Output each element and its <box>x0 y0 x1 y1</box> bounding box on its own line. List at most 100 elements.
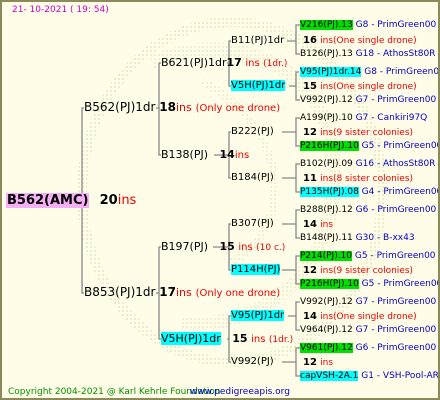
g3-node-1: B11(PJ)1dr <box>231 35 284 46</box>
sire-ins-label: ins <box>176 101 192 114</box>
g3-note: (9 sister colonies) <box>333 128 414 138</box>
dam-sire-ins-count: 15 <box>219 240 235 253</box>
g3-node-2: V5H(PJ)1dr <box>231 80 286 91</box>
dam-dam-ins-count: 15 <box>232 332 248 345</box>
g3-ins-count: 14 <box>303 311 317 322</box>
g3-ins-count: 12 <box>303 357 317 368</box>
sire-name[interactable]: B562(PJ)1dr <box>84 100 155 114</box>
g4-source: G8 - PrimGreen00 <box>355 20 437 30</box>
g3-name[interactable]: V95(PJ)1dr <box>231 310 285 321</box>
g4-node-9: B288(PJ).12 G6 - PrimGreen00 <box>300 205 436 215</box>
g3-extra-ins-count: 15 <box>303 81 317 92</box>
sire-sire-note: (1dr.) <box>263 59 288 69</box>
sire-dam-name[interactable]: B138(PJ) <box>161 148 208 161</box>
g3-ins-label: ins <box>320 220 334 230</box>
g4-name[interactable]: B126(PJ).13 <box>300 49 353 59</box>
g4-name[interactable]: V992(PJ).12 <box>300 297 353 307</box>
g4-node-8: P135H(PJ).08 G4 - PrimGreen00 <box>300 187 438 197</box>
g4-name[interactable]: V216(PJ).13 <box>300 20 353 30</box>
sire-sire-name[interactable]: B621(PJ)1dr <box>161 56 227 69</box>
g3-ins-count: 12 <box>303 265 317 276</box>
g3-node-4: B184(PJ) <box>231 172 274 183</box>
dam-name[interactable]: B853(PJ)1dr <box>84 285 155 299</box>
g4-node-6: P216H(PJ).10 G5 - PrimGreen00 <box>300 141 440 151</box>
g4-node-5: A199(PJ).10 G7 - Cankiri97Q <box>300 113 427 123</box>
g4-source: G18 - AthosSt80R <box>355 49 436 59</box>
g3-node-6: P114H(PJ) <box>231 264 281 275</box>
g4-source: G16 - AthosSt80R <box>355 159 436 169</box>
g3-node-3: B222(PJ) <box>231 126 274 137</box>
site-link[interactable]: www.pedigreeapis.org <box>190 387 290 397</box>
root-name[interactable]: B562(AMC) <box>6 193 90 208</box>
g4-name[interactable]: P135H(PJ).08 <box>300 187 359 197</box>
g4-name[interactable]: P214(PJ).10 <box>300 251 353 261</box>
g4-node-4: V992(PJ).12 G7 - PrimGreen00 <box>300 95 436 105</box>
dam-node: B853(PJ)1dr 17ins (Only one drone) <box>84 285 280 299</box>
g3-ins-count: 11 <box>303 173 317 184</box>
dam-dam-note: (1dr.) <box>268 335 294 345</box>
dam-sire-ins-label: ins <box>238 242 253 253</box>
g4-name[interactable]: B288(PJ).12 <box>300 205 353 215</box>
g3-name[interactable]: V992(PJ) <box>231 356 274 367</box>
g4-node-10: B148(PJ).11 G30 - B-xx43 <box>300 233 415 243</box>
g4-name[interactable]: P216H(PJ).10 <box>300 141 359 151</box>
g4-node-11: P214(PJ).10 G5 - PrimGreen00 <box>300 251 436 261</box>
sire-dam-node: B138(PJ) 14ins <box>161 148 249 161</box>
g4-source: G6 - PrimGreen00 <box>355 205 437 215</box>
g4-name[interactable]: capVSH-2A.1 <box>300 371 359 381</box>
g3-extra-1: 16 ins(One single drone) <box>303 35 417 46</box>
g3-node-5: B307(PJ) <box>231 218 274 229</box>
g3-node-7: V95(PJ)1dr <box>231 310 285 321</box>
g4-node-16: capVSH-2A.1 G1 - VSH-Pool-AR <box>300 371 438 381</box>
g3-name[interactable]: B184(PJ) <box>231 172 274 183</box>
g4-name[interactable]: B102(PJ).09 <box>300 159 353 169</box>
g3-name[interactable]: B307(PJ) <box>231 218 274 229</box>
g4-node-13: V992(PJ).12 G7 - PrimGreen00 <box>300 297 436 307</box>
g3-detail-5: 14 ins <box>303 219 333 230</box>
g3-name[interactable]: B222(PJ) <box>231 126 274 137</box>
g3-extra-ins-label: ins <box>320 82 334 92</box>
g3-detail-4: 11 ins(8 sister colonies) <box>303 173 413 184</box>
g4-source: G7 - Cankiri97Q <box>355 113 428 123</box>
g3-extra-note: (One single drone) <box>333 82 417 92</box>
dam-ins-count: 17 <box>159 285 176 299</box>
sire-sire-ins-count: 17 <box>226 56 242 69</box>
g4-name[interactable]: A199(PJ).10 <box>300 113 353 123</box>
dam-sire-node: B197(PJ) 15 ins (10 c.) <box>161 240 285 253</box>
g3-note: (One single drone) <box>333 312 417 322</box>
g4-name[interactable]: V992(PJ).12 <box>300 95 353 105</box>
root-ins-label: ins <box>117 193 137 208</box>
pedigree-frame: 21- 10-2021 ( 19: 54) B562(AMC) 20ins B5… <box>0 0 440 400</box>
copyright-text: Copyright 2004-2021 @ Karl Kehrle Founda… <box>8 387 221 397</box>
g3-ins-label: ins <box>320 358 334 368</box>
dam-note: (Only one drone) <box>195 288 281 299</box>
g3-detail-3: 12 ins(9 sister colonies) <box>303 127 413 138</box>
g3-detail-8: 12 ins <box>303 357 333 368</box>
g3-name[interactable]: P114H(PJ) <box>231 264 281 275</box>
dam-ins-label: ins <box>176 286 192 299</box>
g3-note: (9 sister colonies) <box>333 266 414 276</box>
g4-name[interactable]: B148(PJ).11 <box>300 233 353 243</box>
g3-extra-ins-count: 16 <box>303 35 317 46</box>
g3-detail-6: 12 ins(9 sister colonies) <box>303 265 413 276</box>
dam-dam-node: V5H(PJ)1dr 15 ins (1dr.) <box>161 332 293 345</box>
g4-name[interactable]: P216H(PJ).10 <box>300 279 359 289</box>
g4-node-12: P216H(PJ).10 G5 - PrimGreen00 <box>300 279 440 289</box>
g4-name[interactable]: V95(PJ)1dr.14 <box>300 67 362 77</box>
g4-source: G7 - PrimGreen00 <box>355 297 437 307</box>
g4-source: G8 - PrimGreen00 <box>364 67 440 77</box>
dam-dam-name[interactable]: V5H(PJ)1dr <box>161 332 221 345</box>
g3-extra-2: 15 ins(One single drone) <box>303 81 417 92</box>
g3-name[interactable]: B11(PJ)1dr <box>231 35 284 46</box>
dam-sire-name[interactable]: B197(PJ) <box>161 240 208 253</box>
g3-extra-note: (One single drone) <box>333 36 417 46</box>
g3-ins-label: ins <box>320 266 334 276</box>
g4-source: G5 - PrimGreen00 <box>361 141 440 151</box>
g4-node-3: V95(PJ)1dr.14 G8 - PrimGreen00 <box>300 67 440 77</box>
g4-source: G5 - PrimGreen00 <box>361 279 440 289</box>
g4-name[interactable]: V961(PJ).12 <box>300 343 353 353</box>
sire-note: (Only one drone) <box>195 103 281 114</box>
g4-node-7: B102(PJ).09 G16 - AthosSt80R <box>300 159 435 169</box>
g3-name[interactable]: V5H(PJ)1dr <box>231 80 286 91</box>
g4-name[interactable]: V964(PJ).12 <box>300 325 353 335</box>
